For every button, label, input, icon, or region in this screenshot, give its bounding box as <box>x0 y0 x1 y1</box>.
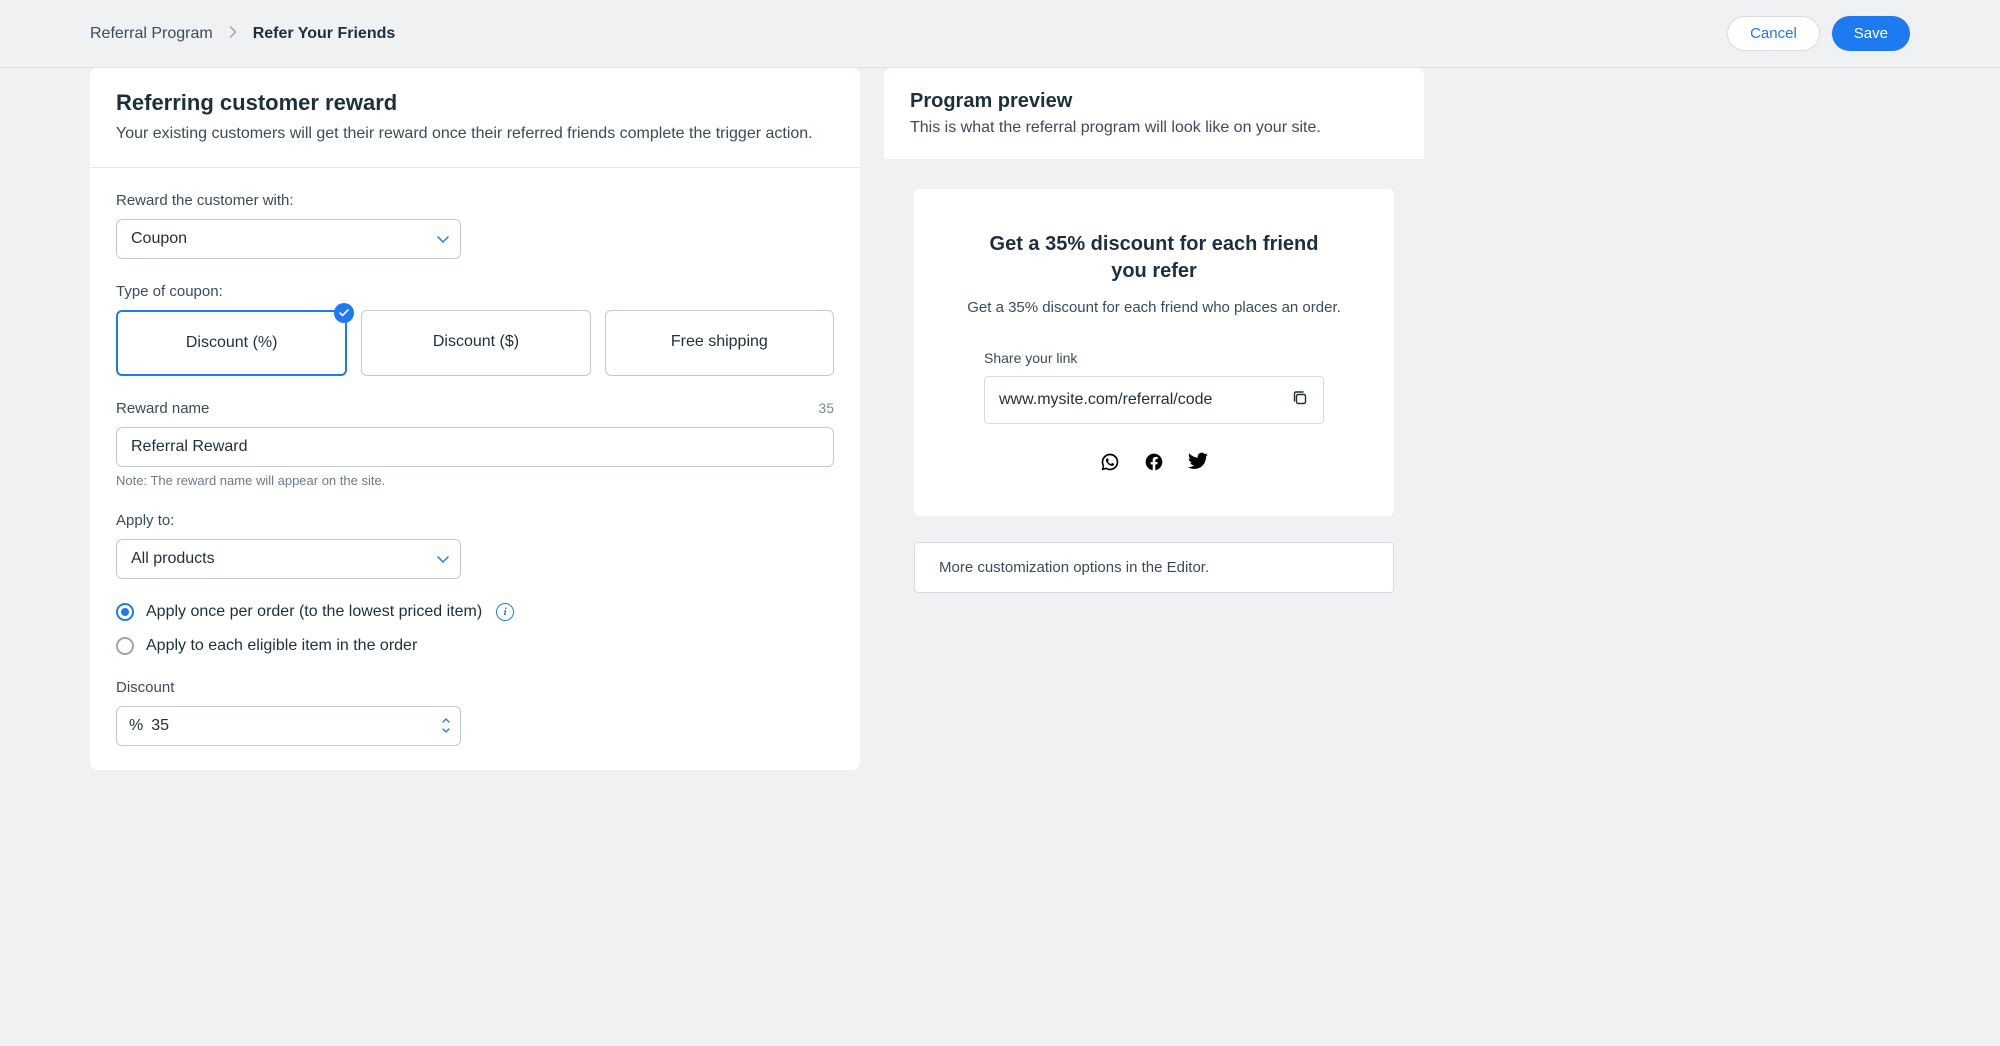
preview-subtitle: This is what the referral program will l… <box>910 119 1398 137</box>
radio-apply-each[interactable]: Apply to each eligible item in the order <box>116 637 834 655</box>
apply-to-value[interactable]: All products <box>116 539 461 579</box>
radio-icon-selected <box>116 603 134 621</box>
preview-card-title: Get a 35% discount for each friend you r… <box>974 231 1334 285</box>
reward-name-counter: 35 <box>818 400 834 416</box>
radio-label: Apply once per order (to the lowest pric… <box>146 603 482 621</box>
social-share-row <box>984 452 1324 476</box>
tile-label: Discount (%) <box>186 334 278 351</box>
radio-icon-unselected <box>116 637 134 655</box>
twitter-icon[interactable] <box>1188 452 1208 476</box>
share-label: Share your link <box>984 350 1324 366</box>
preview-body: Get a 35% discount for each friend you r… <box>884 159 1424 623</box>
share-block: Share your link www.mysite.com/referral/… <box>984 350 1324 476</box>
coupon-type-label: Type of coupon: <box>116 283 834 300</box>
header-actions: Cancel Save <box>1727 16 1910 51</box>
save-button[interactable]: Save <box>1832 16 1910 51</box>
share-link-text: www.mysite.com/referral/code <box>999 391 1212 409</box>
whatsapp-icon[interactable] <box>1100 452 1120 476</box>
tile-label: Free shipping <box>671 333 768 350</box>
reward-name-input[interactable] <box>116 427 834 467</box>
coupon-type-tiles: Discount (%) Discount ($) Free shipping <box>116 310 834 376</box>
form-subtitle: Your existing customers will get their r… <box>116 122 834 145</box>
form-header: Referring customer reward Your existing … <box>90 68 860 168</box>
reward-name-note: Note: The reward name will appear on the… <box>116 473 834 488</box>
facebook-icon[interactable] <box>1144 452 1164 476</box>
tile-label: Discount ($) <box>433 333 519 350</box>
cancel-button[interactable]: Cancel <box>1727 16 1820 51</box>
radio-apply-once[interactable]: Apply once per order (to the lowest pric… <box>116 603 834 621</box>
info-icon[interactable]: i <box>496 603 514 621</box>
referring-reward-card: Referring customer reward Your existing … <box>90 68 860 770</box>
coupon-type-amount[interactable]: Discount ($) <box>361 310 590 376</box>
stepper-up-icon[interactable] <box>442 717 450 725</box>
page-header: Referral Program Refer Your Friends Canc… <box>0 0 2000 68</box>
apply-scope-radio-group: Apply once per order (to the lowest pric… <box>116 603 834 655</box>
apply-to-select[interactable]: All products <box>116 539 461 579</box>
coupon-type-percent[interactable]: Discount (%) <box>116 310 347 376</box>
form-body: Reward the customer with: Coupon Type of… <box>90 168 860 770</box>
copy-icon[interactable] <box>1291 389 1309 411</box>
preview-header: Program preview This is what the referra… <box>884 68 1424 159</box>
coupon-type-shipping[interactable]: Free shipping <box>605 310 834 376</box>
discount-input[interactable]: % <box>116 706 461 746</box>
reward-with-select[interactable]: Coupon <box>116 219 461 259</box>
discount-value-field[interactable] <box>151 707 432 745</box>
editor-customization-note: More customization options in the Editor… <box>914 542 1394 593</box>
radio-label: Apply to each eligible item in the order <box>146 637 417 655</box>
reward-name-label: Reward name <box>116 400 209 417</box>
form-title: Referring customer reward <box>116 90 834 116</box>
reward-with-label: Reward the customer with: <box>116 192 834 209</box>
apply-to-label: Apply to: <box>116 512 834 529</box>
breadcrumb-parent[interactable]: Referral Program <box>90 25 213 43</box>
reward-with-value[interactable]: Coupon <box>116 219 461 259</box>
number-stepper[interactable] <box>432 717 460 735</box>
breadcrumb-current: Refer Your Friends <box>253 25 396 43</box>
preview-card: Get a 35% discount for each friend you r… <box>914 189 1394 516</box>
preview-title: Program preview <box>910 90 1398 113</box>
discount-label: Discount <box>116 679 834 696</box>
share-link-box: www.mysite.com/referral/code <box>984 376 1324 424</box>
chevron-right-icon <box>229 26 237 41</box>
breadcrumb: Referral Program Refer Your Friends <box>90 25 395 43</box>
program-preview-panel: Program preview This is what the referra… <box>884 68 1424 623</box>
stepper-down-icon[interactable] <box>442 727 450 735</box>
check-icon <box>334 303 354 323</box>
preview-card-subtitle: Get a 35% discount for each friend who p… <box>940 299 1368 316</box>
discount-prefix: % <box>117 707 151 745</box>
